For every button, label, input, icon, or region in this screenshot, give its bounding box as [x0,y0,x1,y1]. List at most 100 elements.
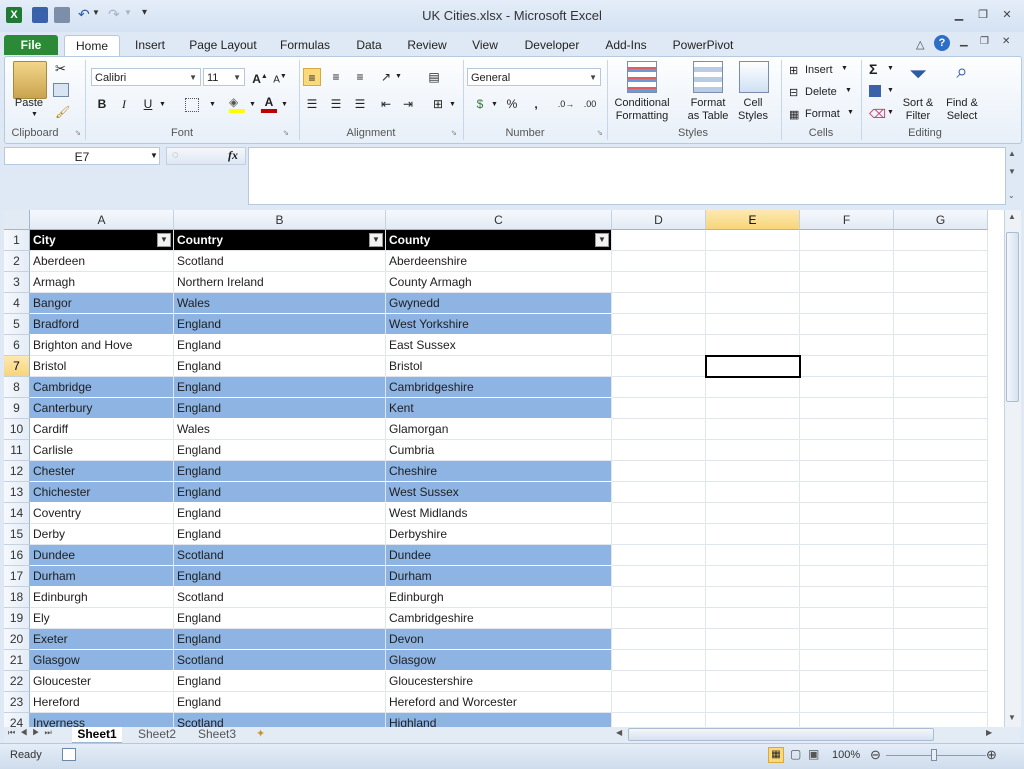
filter-dropdown-icon[interactable]: ▼ [369,233,383,247]
cell[interactable] [612,608,706,629]
zoom-in-icon[interactable]: ⊕ [986,747,997,763]
currency-dropdown-icon[interactable]: ▼ [491,101,498,108]
formula-scroll-up-icon[interactable]: ▲ [1008,149,1016,158]
row-header[interactable]: 18 [4,587,30,608]
row-header[interactable]: 23 [4,692,30,713]
cell[interactable] [706,650,800,671]
cell[interactable]: Glamorgan [386,419,612,440]
tab-home[interactable]: Home [64,35,120,56]
column-header-g[interactable]: G [894,210,988,230]
cell[interactable] [612,713,706,728]
cell[interactable]: West Midlands [386,503,612,524]
cell[interactable]: England [174,398,386,419]
merge-dropdown-icon[interactable]: ▼ [449,101,456,108]
cell[interactable] [706,461,800,482]
cell[interactable]: Inverness [30,713,174,728]
cell[interactable] [894,503,988,524]
formula-scroll-down-icon[interactable]: ▼ [1008,167,1016,176]
sort-filter-label[interactable]: Sort & [897,97,939,110]
row-header[interactable]: 5 [4,314,30,335]
cell[interactable] [800,713,894,728]
column-header-f[interactable]: F [800,210,894,230]
select-all-corner[interactable] [4,210,30,230]
comma-button[interactable]: , [527,95,545,113]
cell[interactable] [800,608,894,629]
cell[interactable]: Cambridgeshire [386,608,612,629]
cell[interactable] [706,566,800,587]
cell[interactable] [706,335,800,356]
cell[interactable]: Aberdeen [30,251,174,272]
autosum-icon[interactable]: Σ [869,61,877,77]
currency-icon[interactable]: $ [471,95,489,113]
cell[interactable] [612,629,706,650]
cell[interactable] [800,419,894,440]
cell[interactable] [706,608,800,629]
font-family-combo[interactable]: Calibri ▼ [91,68,201,86]
cell[interactable] [706,419,800,440]
tab-view[interactable]: View [462,35,508,55]
cell[interactable] [706,692,800,713]
cell[interactable] [612,440,706,461]
cell[interactable]: Carlisle [30,440,174,461]
cell[interactable]: County Armagh [386,272,612,293]
cell[interactable]: Chester [30,461,174,482]
merge-center-icon[interactable]: ⊞ [429,95,447,113]
formula-input[interactable] [248,147,1006,205]
format-as-table-label[interactable]: Format [679,97,737,110]
cell[interactable]: Cambridge [30,377,174,398]
cell[interactable] [612,692,706,713]
workbook-close-icon[interactable]: ✕ [1002,36,1010,47]
cell[interactable] [894,335,988,356]
restore-icon[interactable]: ❐ [974,8,992,22]
format-as-table-label2[interactable]: as Table [679,110,737,123]
cell[interactable]: England [174,692,386,713]
cell[interactable]: Wales [174,293,386,314]
cell[interactable] [894,629,988,650]
cell[interactable] [800,524,894,545]
sort-filter-label2[interactable]: Filter [897,110,939,123]
row-header[interactable]: 11 [4,440,30,461]
cell[interactable]: Edinburgh [386,587,612,608]
minimize-icon[interactable]: ▁ [950,8,968,22]
cell[interactable]: Hereford and Worcester [386,692,612,713]
find-select-label[interactable]: Find & [939,97,985,110]
macro-record-icon[interactable] [62,748,76,761]
row-header[interactable]: 4 [4,293,30,314]
tab-page-layout[interactable]: Page Layout [182,35,264,55]
cell[interactable] [706,671,800,692]
cell[interactable] [706,293,800,314]
cell[interactable] [894,608,988,629]
column-header-c[interactable]: C [386,210,612,230]
workbook-minimize-icon[interactable]: ▁ [960,36,968,47]
table-header-cell[interactable]: City ▼ [30,230,174,251]
row-header[interactable]: 7 [4,356,30,377]
row-header[interactable]: 8 [4,377,30,398]
cell[interactable]: Chichester [30,482,174,503]
borders-dropdown-icon[interactable]: ▼ [209,101,216,108]
paste-icon[interactable] [13,61,47,99]
font-size-combo[interactable]: 11 ▼ [203,68,245,86]
cell[interactable] [612,461,706,482]
cell[interactable]: Gloucestershire [386,671,612,692]
bold-button[interactable]: B [93,95,111,113]
workbook-restore-icon[interactable]: ❐ [980,36,989,47]
clear-dropdown-icon[interactable]: ▼ [887,109,894,116]
cell[interactable] [894,314,988,335]
cell[interactable] [894,461,988,482]
cell[interactable] [706,524,800,545]
cell[interactable]: England [174,461,386,482]
cell[interactable]: Cheshire [386,461,612,482]
format-cells-icon[interactable]: ▦ [789,108,799,121]
cell[interactable] [894,713,988,728]
cell-styles-icon[interactable] [739,61,769,93]
cell[interactable]: Scotland [174,545,386,566]
cell[interactable] [894,356,988,377]
normal-view-icon[interactable]: ▦ [768,747,784,763]
scroll-up-icon[interactable]: ▲ [1008,212,1016,221]
formula-expand-icon[interactable]: ⌄ [1008,191,1015,200]
wrap-text-icon[interactable]: ▤ [425,68,443,86]
align-middle-icon[interactable]: ≡ [327,68,345,86]
orientation-dropdown-icon[interactable]: ▼ [395,73,402,80]
cell[interactable] [612,650,706,671]
cell[interactable]: England [174,503,386,524]
